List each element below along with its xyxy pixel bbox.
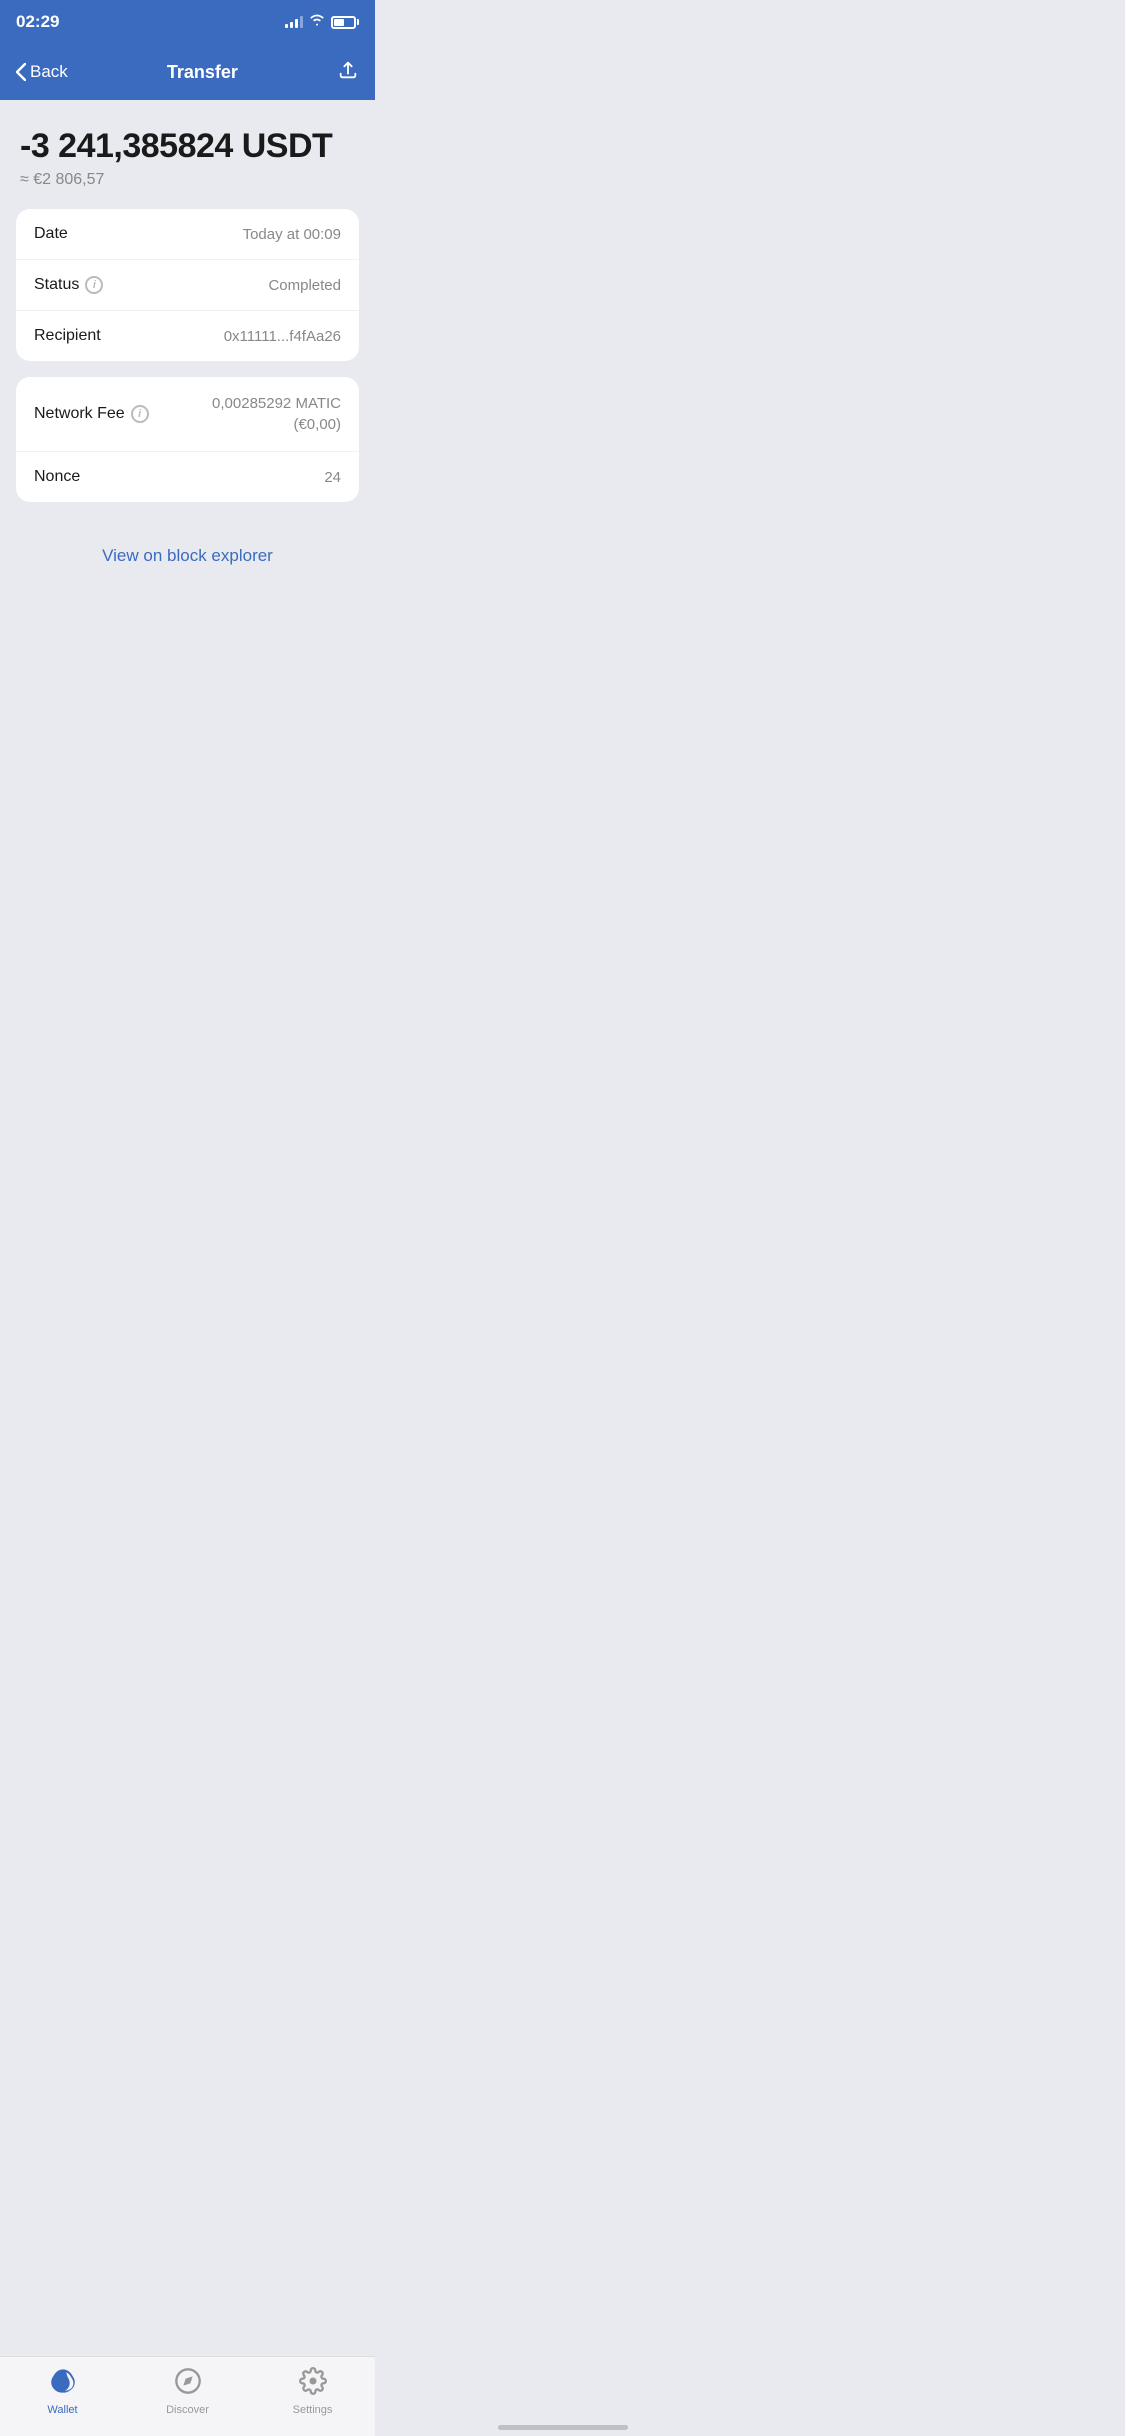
status-info-icon[interactable]: i <box>85 276 103 294</box>
nonce-label: Nonce <box>34 468 80 486</box>
recipient-label: Recipient <box>34 327 101 345</box>
tab-discover[interactable]: Discover <box>148 2367 228 2416</box>
date-row: Date Today at 00:09 <box>16 209 359 260</box>
block-explorer-link[interactable]: View on block explorer <box>0 518 375 594</box>
signal-icon <box>285 16 303 28</box>
share-button[interactable] <box>337 59 359 86</box>
wallet-tab-label: Wallet <box>47 2404 77 2416</box>
details-card: Date Today at 00:09 Status i Completed R… <box>16 209 359 361</box>
wallet-icon <box>49 2367 77 2400</box>
date-value: Today at 00:09 <box>243 226 341 243</box>
nonce-value: 24 <box>324 469 341 486</box>
settings-tab-label: Settings <box>293 2404 333 2416</box>
amount-section: -3 241,385824 USDT ≈ €2 806,57 <box>0 100 375 209</box>
amount-primary: -3 241,385824 USDT <box>20 128 355 165</box>
fee-info-icon[interactable]: i <box>131 405 149 423</box>
tab-wallet[interactable]: Wallet <box>23 2367 103 2416</box>
status-time: 02:29 <box>16 12 59 32</box>
page-title: Transfer <box>167 62 238 83</box>
status-label: Status i <box>34 276 103 294</box>
nav-bar: Back Transfer <box>0 44 375 100</box>
wifi-icon <box>309 13 325 31</box>
back-button[interactable]: Back <box>16 62 68 82</box>
fees-card: Network Fee i 0,00285292 MATIC(€0,00) No… <box>16 377 359 502</box>
network-fee-row: Network Fee i 0,00285292 MATIC(€0,00) <box>16 377 359 452</box>
status-icons <box>285 13 359 31</box>
home-indicator <box>498 2425 628 2430</box>
status-row: Status i Completed <box>16 260 359 311</box>
network-fee-label: Network Fee i <box>34 405 149 423</box>
battery-icon <box>331 16 359 29</box>
status-bar: 02:29 <box>0 0 375 44</box>
network-fee-value: 0,00285292 MATIC(€0,00) <box>212 393 341 435</box>
discover-tab-label: Discover <box>166 2404 209 2416</box>
discover-icon <box>174 2367 202 2400</box>
status-value: Completed <box>268 277 341 294</box>
settings-icon <box>299 2367 327 2400</box>
recipient-value: 0x11111...f4fAa26 <box>224 328 341 345</box>
date-label: Date <box>34 225 68 243</box>
tab-settings[interactable]: Settings <box>273 2367 353 2416</box>
tab-bar: Wallet Discover Settings <box>0 2356 375 2436</box>
nonce-row: Nonce 24 <box>16 452 359 502</box>
amount-secondary: ≈ €2 806,57 <box>20 171 355 189</box>
recipient-row: Recipient 0x11111...f4fAa26 <box>16 311 359 361</box>
